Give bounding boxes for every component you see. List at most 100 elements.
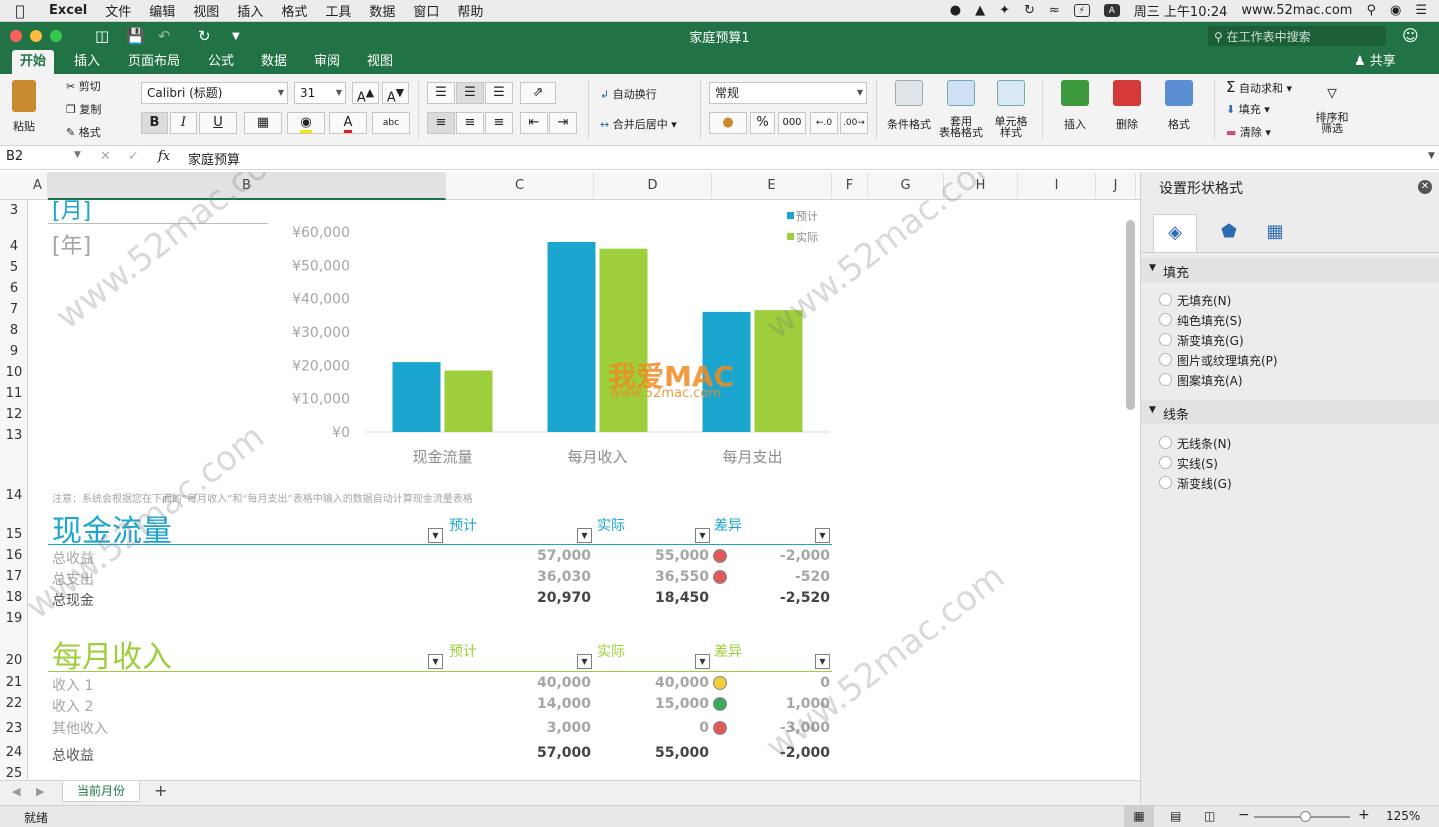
row-header[interactable]: 18 <box>0 590 28 605</box>
column-header-a[interactable]: A <box>28 172 48 200</box>
orientation-button[interactable]: ⇗ <box>520 82 556 104</box>
cut-button[interactable]: ✂ 剪切 <box>66 78 101 94</box>
column-header-h[interactable]: H <box>944 172 1018 200</box>
cell-styles-button[interactable]: 单元格 样式 <box>988 80 1034 138</box>
fill-color-button[interactable]: ◉ <box>287 112 325 134</box>
wrap-text-button[interactable]: ↲ 自动换行 <box>600 86 657 102</box>
zoom-out-button[interactable]: − <box>1238 807 1250 823</box>
line-section-header[interactable]: ▼ 线条 <box>1141 400 1439 424</box>
underline-button[interactable]: U <box>199 112 237 134</box>
row-actual[interactable]: 18,450 <box>609 590 709 606</box>
filter-dropdown-icon[interactable]: ▼ <box>815 528 830 543</box>
minimize-window-button[interactable] <box>30 30 42 42</box>
row-header[interactable]: 4 <box>0 239 28 254</box>
row-label[interactable]: 收入 2 <box>52 696 93 716</box>
row-header[interactable]: 11 <box>0 386 28 401</box>
tab-insert[interactable]: 插入 <box>66 50 108 74</box>
row-header[interactable]: 24 <box>0 745 28 760</box>
siri-icon[interactable]: ◉ <box>1390 3 1401 18</box>
align-center-button[interactable]: ≡ <box>456 112 484 134</box>
income-header-plan[interactable]: 预计 <box>449 641 477 661</box>
radio-solid-line[interactable] <box>1159 456 1172 469</box>
bar-plan[interactable] <box>547 242 596 432</box>
row-header[interactable]: 10 <box>0 365 28 380</box>
row-label[interactable]: 总支出 <box>52 569 94 589</box>
month-cell[interactable]: [月] <box>52 193 91 225</box>
legend-label[interactable]: 预计 <box>796 210 818 223</box>
legend-swatch[interactable] <box>787 212 794 219</box>
tab-home[interactable]: 开始 <box>12 50 55 74</box>
cashflow-header-actual[interactable]: 实际 <box>597 515 625 535</box>
row-actual[interactable]: 55,000 <box>609 548 709 564</box>
legend-label[interactable]: 实际 <box>796 230 818 244</box>
customize-toolbar-icon[interactable]: ▼ <box>232 31 240 42</box>
clear-button[interactable]: ▬ 清除 ▾ <box>1226 124 1271 140</box>
filter-dropdown-icon[interactable]: ▼ <box>428 528 443 543</box>
menu-app[interactable]: Excel <box>40 3 96 18</box>
row-diff[interactable]: 1,000 <box>730 696 830 712</box>
undo-icon[interactable]: ↶ <box>158 27 171 45</box>
function-icon[interactable]: fx <box>158 149 170 164</box>
font-size-select[interactable]: 31 ▼ <box>294 82 346 104</box>
y-tick-label[interactable]: ¥40,000 <box>292 292 350 308</box>
decrease-indent-button[interactable]: ⇤ <box>520 112 548 134</box>
radio-pattern-fill[interactable] <box>1159 373 1172 386</box>
filter-dropdown-icon[interactable]: ▼ <box>815 654 830 669</box>
tab-page-layout[interactable]: 页面布局 <box>120 50 188 74</box>
size-properties-tab[interactable]: ▦ <box>1253 214 1297 252</box>
tab-data[interactable]: 数据 <box>253 50 295 74</box>
row-plan[interactable]: 57,000 <box>491 745 591 761</box>
next-sheet-icon[interactable]: ▶ <box>36 785 44 798</box>
filter-dropdown-icon[interactable]: ▼ <box>428 654 443 669</box>
row-header[interactable]: 3 <box>0 203 28 218</box>
merge-center-button[interactable]: ↔ 合并后居中 ▾ <box>600 116 677 132</box>
row-header[interactable]: 16 <box>0 548 28 563</box>
x-tick-label[interactable]: 现金流量 <box>412 448 472 466</box>
name-box-chevron-icon[interactable]: ▼ <box>74 150 81 160</box>
fill-section-header[interactable]: ▼ 填充 <box>1141 258 1439 282</box>
sheet-tab-current-month[interactable]: 当前月份 <box>62 781 140 802</box>
page-break-view-icon[interactable]: ◫ <box>1204 809 1215 823</box>
row-plan[interactable]: 36,030 <box>491 569 591 585</box>
tab-formulas[interactable]: 公式 <box>200 50 242 74</box>
column-header-d[interactable]: D <box>594 172 712 200</box>
effects-tab[interactable]: ⬟ <box>1207 214 1251 252</box>
row-plan[interactable]: 3,000 <box>491 720 591 736</box>
row-header[interactable]: 23 <box>0 721 28 736</box>
font-name-select[interactable]: Calibri (标题) ▼ <box>141 82 288 104</box>
percent-button[interactable]: % <box>750 112 775 134</box>
wifi-icon[interactable]: ≈ <box>1049 3 1060 18</box>
format-as-table-button[interactable]: 套用 表格格式 <box>936 80 986 138</box>
share-button[interactable]: ♟ 共享 <box>1354 50 1396 74</box>
conditional-format-button[interactable]: 条件格式 <box>886 80 932 132</box>
formula-input[interactable]: 家庭预算 <box>188 149 240 168</box>
row-header[interactable]: 14 <box>0 488 28 503</box>
menu-data[interactable]: 数据 <box>360 1 404 20</box>
name-box[interactable]: B2 <box>6 149 76 164</box>
sort-filter-button[interactable]: ▿ 排序和 筛选 <box>1310 80 1354 134</box>
menu-help[interactable]: 帮助 <box>448 1 492 20</box>
column-header-e[interactable]: E <box>712 172 832 200</box>
notification-center-icon[interactable]: ☰ <box>1415 3 1427 18</box>
row-diff[interactable]: -2,000 <box>730 745 830 761</box>
row-diff[interactable]: -2,000 <box>730 548 830 564</box>
paste-button[interactable]: 粘贴 <box>12 80 36 134</box>
spotlight-icon[interactable]: ⚲ <box>1366 3 1376 18</box>
income-header-actual[interactable]: 实际 <box>597 641 625 661</box>
row-header[interactable]: 7 <box>0 302 28 317</box>
row-header[interactable]: 13 <box>0 428 28 443</box>
cashflow-header-diff[interactable]: 差异 <box>714 515 742 535</box>
x-tick-label[interactable]: 每月收入 <box>567 448 627 466</box>
y-tick-label[interactable]: ¥0 <box>332 425 350 441</box>
menu-insert[interactable]: 插入 <box>228 1 272 20</box>
save-icon[interactable]: 💾 <box>126 27 145 45</box>
note-text[interactable]: 注意：系统会根据您在下面的“每月收入”和“每月支出”表格中输入的数据自动计算现金… <box>52 490 473 505</box>
filter-dropdown-icon[interactable]: ▼ <box>695 528 710 543</box>
row-actual[interactable]: 15,000 <box>609 696 709 712</box>
column-header-c[interactable]: C <box>446 172 594 200</box>
row-actual[interactable]: 40,000 <box>609 675 709 691</box>
row-plan[interactable]: 40,000 <box>491 675 591 691</box>
worksheet-grid[interactable]: A B C D E F G H I J 3 4 5 6 7 8 9 10 11 … <box>0 172 1140 780</box>
radio-gradient-line[interactable] <box>1159 476 1172 489</box>
row-actual[interactable]: 36,550 <box>609 569 709 585</box>
